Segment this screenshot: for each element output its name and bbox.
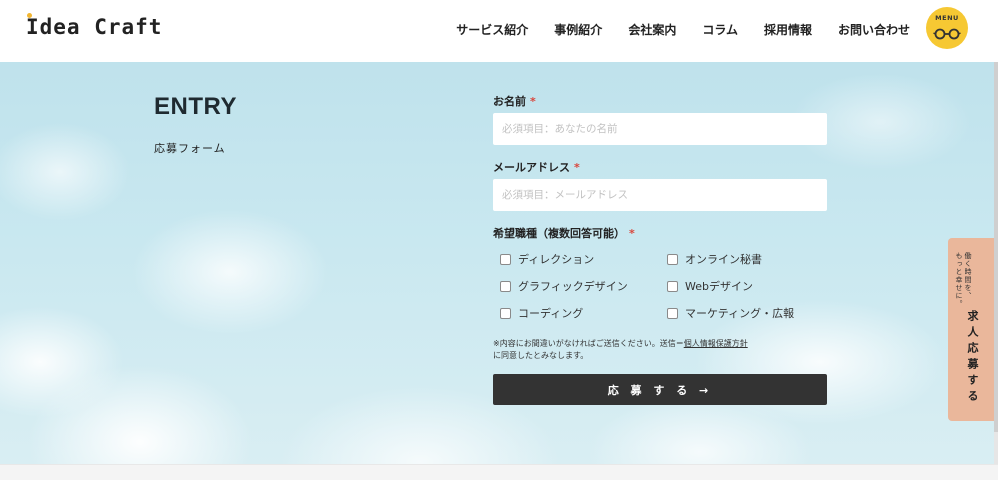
checkbox-label: マーケティング・広報 <box>685 307 795 320</box>
checkbox-coding[interactable]: コーディング <box>500 305 583 321</box>
name-label-text: お名前 <box>493 95 526 108</box>
required-mark: * <box>574 161 580 174</box>
privacy-notice: ※内容にお間違いがなければご送信ください。送信＝個人情報保護方針 に同意したとみ… <box>493 338 827 362</box>
nav-item-company[interactable]: 会社案内 <box>628 21 676 38</box>
page-title: ENTRY <box>154 93 237 120</box>
required-mark: * <box>530 95 536 108</box>
menu-button[interactable]: MENU <box>926 7 968 49</box>
site-header: Idea Craft サービス紹介 事例紹介 会社案内 コラム 採用情報 お問い… <box>0 0 998 62</box>
checkbox-direction[interactable]: ディレクション <box>500 251 594 267</box>
email-input[interactable] <box>493 179 827 211</box>
nav-item-contact[interactable]: お問い合わせ <box>838 21 910 38</box>
checkbox-label: オンライン秘書 <box>685 253 762 266</box>
job-label: 希望職種（複数回答可能） * <box>493 225 635 241</box>
nav-item-column[interactable]: コラム <box>702 21 738 38</box>
email-label: メールアドレス * <box>493 159 580 175</box>
notice-text: ※内容にお間違いがなければご送信ください。送信＝ <box>493 339 684 348</box>
notice-text-end: に同意したとみなします。 <box>493 351 589 360</box>
scrollbar-thumb[interactable] <box>994 62 998 432</box>
main-nav: サービス紹介 事例紹介 会社案内 コラム 採用情報 お問い合わせ <box>456 21 910 38</box>
logo[interactable]: Idea Craft <box>26 15 162 39</box>
footer-strip <box>0 464 998 480</box>
menu-label: MENU <box>935 14 959 22</box>
checkbox-label: コーディング <box>518 307 584 320</box>
glasses-icon <box>933 28 961 40</box>
checkbox-box[interactable] <box>667 307 678 319</box>
tagline-line1: 働く時間を、 <box>964 252 972 300</box>
job-label-text: 希望職種（複数回答可能） <box>493 227 625 240</box>
email-label-text: メールアドレス <box>493 161 570 174</box>
checkbox-marketing[interactable]: マーケティング・広報 <box>667 305 794 321</box>
tagline-line2: もっと幸せに。 <box>955 252 963 308</box>
required-mark: * <box>629 227 635 240</box>
checkbox-box[interactable] <box>667 253 678 265</box>
checkbox-online-secretary[interactable]: オンライン秘書 <box>667 251 762 267</box>
submit-button[interactable]: 応 募 す る → <box>493 374 827 405</box>
page-subtitle: 応募フォーム <box>154 142 226 155</box>
side-apply-tab[interactable]: 働く時間を、 もっと幸せに。 求人応募する <box>948 238 994 421</box>
checkbox-box[interactable] <box>500 307 511 319</box>
checkbox-box[interactable] <box>500 280 511 292</box>
checkbox-label: ディレクション <box>518 253 595 266</box>
checkbox-label: グラフィックデザイン <box>518 280 628 293</box>
side-tab-tagline: 働く時間を、 もっと幸せに。 <box>954 252 972 308</box>
checkbox-web-design[interactable]: Webデザイン <box>667 278 753 294</box>
nav-item-cases[interactable]: 事例紹介 <box>554 21 602 38</box>
side-tab-label: 求人応募する <box>966 310 979 406</box>
name-input[interactable] <box>493 113 827 145</box>
privacy-policy-link[interactable]: 個人情報保護方針 <box>684 339 748 348</box>
name-label: お名前 * <box>493 93 536 109</box>
checkbox-graphic-design[interactable]: グラフィックデザイン <box>500 278 628 294</box>
nav-item-services[interactable]: サービス紹介 <box>456 21 528 38</box>
checkbox-label: Webデザイン <box>685 280 753 293</box>
nav-item-recruit[interactable]: 採用情報 <box>764 21 812 38</box>
checkbox-box[interactable] <box>667 280 678 292</box>
checkbox-box[interactable] <box>500 253 511 265</box>
